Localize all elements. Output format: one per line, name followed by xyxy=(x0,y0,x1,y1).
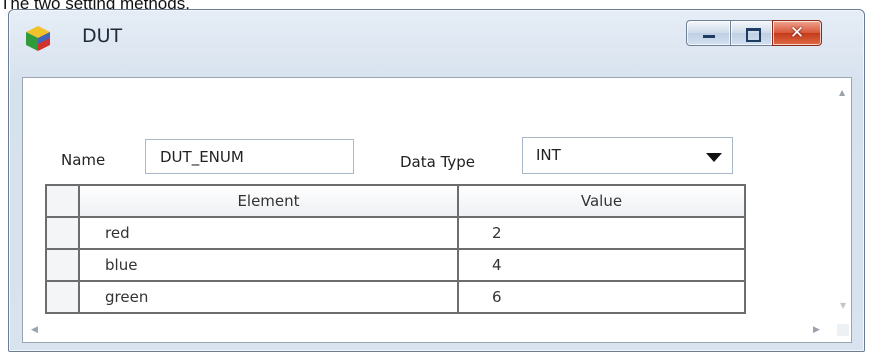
table-header-row: Element Value xyxy=(45,184,746,218)
scroll-left-icon[interactable]: ◀ xyxy=(31,325,38,335)
maximize-icon xyxy=(746,28,761,42)
data-type-value: INT xyxy=(536,146,561,164)
value-cell[interactable]: 2 xyxy=(457,216,746,250)
close-icon: ✕ xyxy=(789,23,805,43)
data-type-label: Data Type xyxy=(400,153,476,171)
minimize-icon xyxy=(703,35,715,38)
name-label: Name xyxy=(61,151,106,169)
table-row[interactable]: blue 4 xyxy=(45,248,746,282)
column-header-value[interactable]: Value xyxy=(457,184,746,218)
element-cell[interactable]: green xyxy=(78,280,459,314)
scroll-down-icon[interactable]: ▼ xyxy=(840,301,846,310)
dut-window: DUT ✕ ▲ ▼ ◀ ▶ Name Data Type INT xyxy=(8,9,865,352)
name-input[interactable] xyxy=(145,139,354,174)
value-cell[interactable]: 4 xyxy=(457,248,746,282)
table-row[interactable]: green 6 xyxy=(45,280,746,314)
row-selector[interactable] xyxy=(45,280,80,314)
cube-icon xyxy=(26,26,50,51)
value-cell[interactable]: 6 xyxy=(457,280,746,314)
row-selector[interactable] xyxy=(45,248,80,282)
element-table: Element Value red 2 blue 4 green 6 xyxy=(45,184,746,314)
scroll-up-icon[interactable]: ▲ xyxy=(839,88,845,97)
data-type-dropdown[interactable]: INT xyxy=(522,137,733,174)
scroll-right-icon[interactable]: ▶ xyxy=(813,325,820,335)
column-header-element[interactable]: Element xyxy=(78,184,459,218)
close-button[interactable]: ✕ xyxy=(772,20,822,46)
maximize-button[interactable] xyxy=(730,20,773,46)
chevron-down-icon[interactable] xyxy=(706,153,722,162)
table-row[interactable]: red 2 xyxy=(45,216,746,250)
window-title: DUT xyxy=(82,25,123,47)
element-cell[interactable]: red xyxy=(78,216,459,250)
title-bar[interactable]: DUT ✕ xyxy=(9,10,864,72)
row-selector-header[interactable] xyxy=(45,184,80,218)
scroll-corner xyxy=(837,324,849,336)
editor-area: ▲ ▼ ◀ ▶ Name Data Type INT Element Value xyxy=(22,77,852,343)
minimize-button[interactable] xyxy=(686,20,731,46)
row-selector[interactable] xyxy=(45,216,80,250)
element-cell[interactable]: blue xyxy=(78,248,459,282)
